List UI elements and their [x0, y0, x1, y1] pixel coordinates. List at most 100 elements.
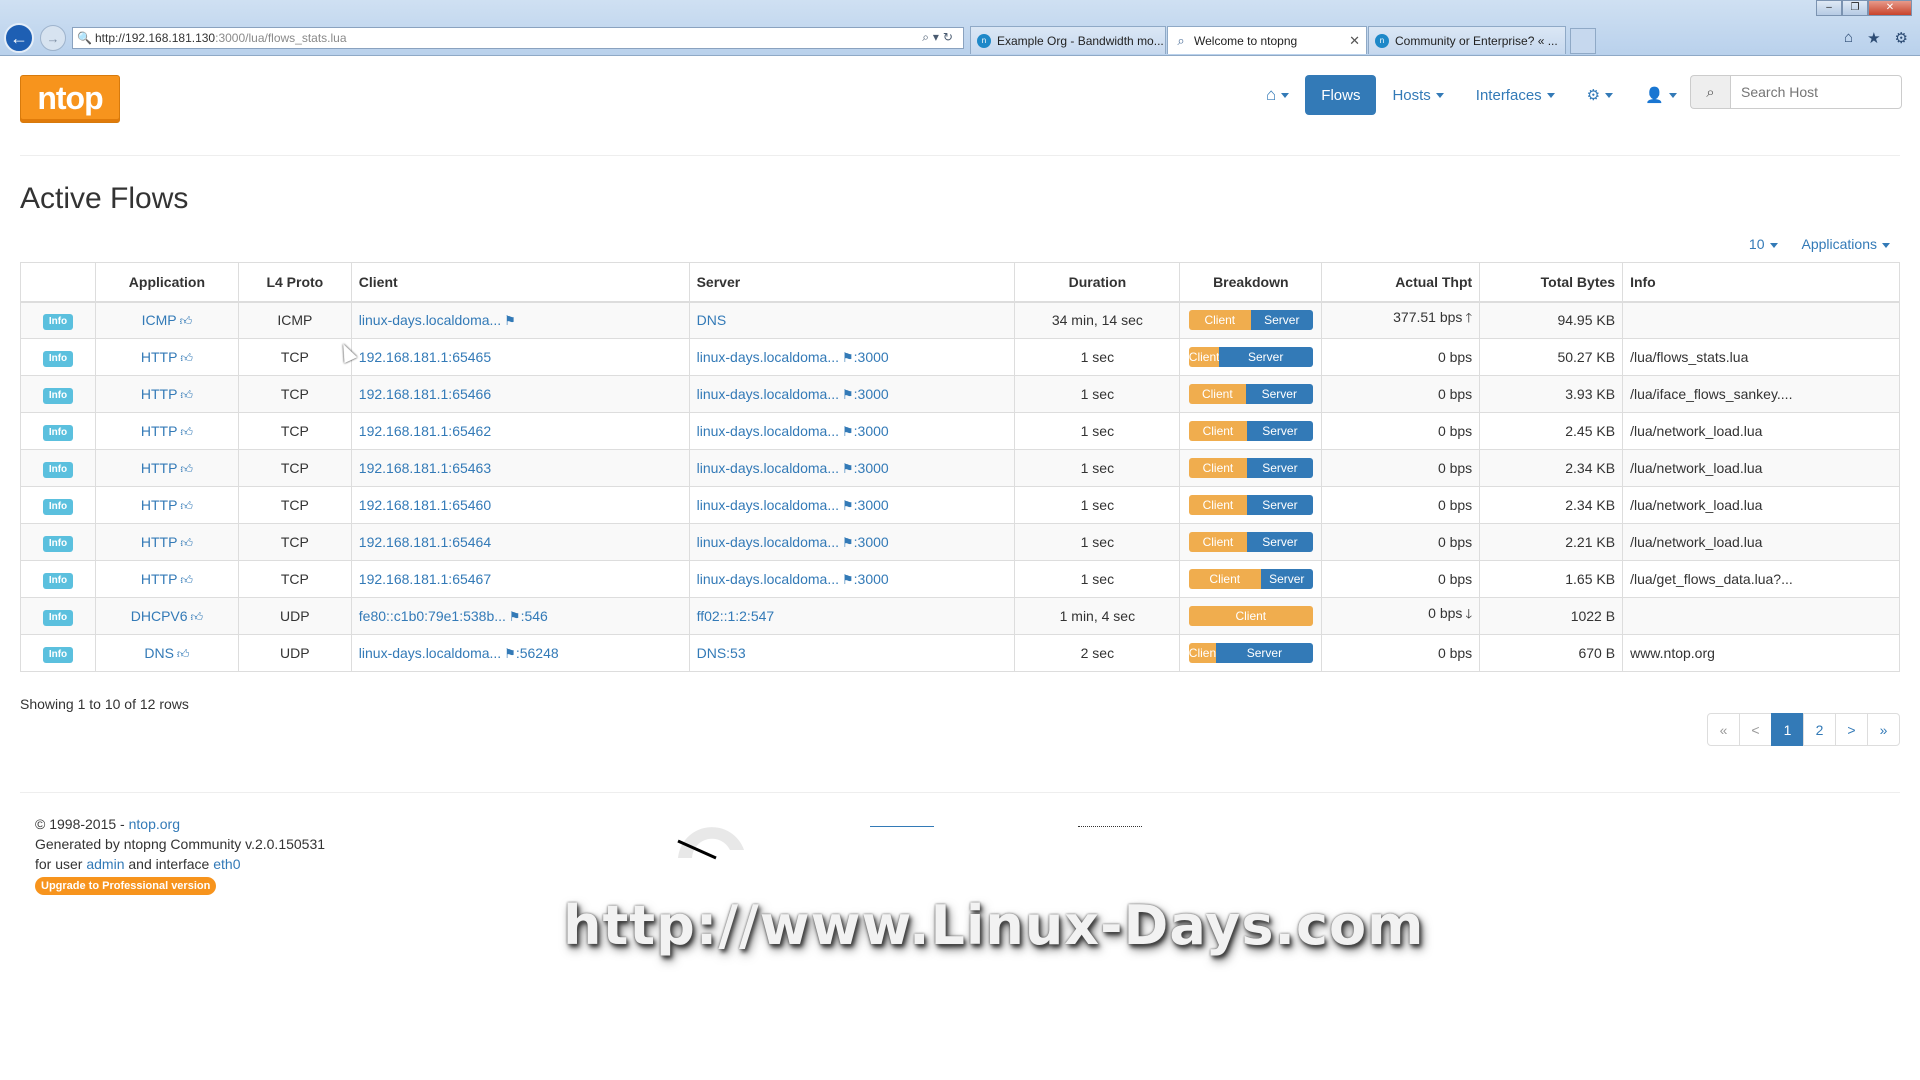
browser-tab-active[interactable]: ⌕ Welcome to ntopng ✕ — [1167, 26, 1367, 54]
client-link[interactable]: linux-days.localdoma... — [359, 645, 501, 661]
application-link[interactable]: HTTP — [141, 571, 178, 587]
header-total-bytes[interactable]: Total Bytes — [1479, 262, 1624, 303]
header-info[interactable]: Info — [1622, 262, 1900, 303]
search-host-input[interactable] — [1730, 75, 1902, 109]
server-link[interactable]: linux-days.localdoma... — [697, 423, 839, 439]
header-application[interactable]: Application — [94, 262, 239, 303]
upgrade-badge[interactable]: Upgrade to Professional version — [35, 877, 217, 895]
client-link[interactable]: 192.168.181.1:65463 — [359, 460, 491, 476]
close-tab-icon[interactable]: ✕ — [1349, 33, 1360, 49]
server-port-link[interactable]: :3000 — [854, 423, 889, 439]
server-link[interactable]: DNS:53 — [697, 645, 746, 661]
server-port-link[interactable]: :3000 — [854, 460, 889, 476]
client-link[interactable]: linux-days.localdoma... — [359, 312, 501, 328]
server-port-link[interactable]: :3000 — [854, 349, 889, 365]
ntop-logo[interactable]: ntop — [20, 75, 120, 123]
application-link[interactable]: HTTP — [141, 497, 178, 513]
server-link[interactable]: linux-days.localdoma... — [697, 349, 839, 365]
page-last-button[interactable]: » — [1867, 713, 1900, 746]
info-button[interactable]: Info — [42, 350, 74, 367]
client-link[interactable]: 192.168.181.1:65464 — [359, 534, 491, 550]
ntop-site-link[interactable]: ntop.org — [129, 816, 180, 832]
maximize-button[interactable]: ❐ — [1842, 0, 1868, 16]
info-button[interactable]: Info — [42, 572, 74, 589]
client-link[interactable]: 192.168.181.1:65460 — [359, 497, 491, 513]
back-button[interactable]: ← — [4, 23, 34, 53]
info-text-cell: /lua/network_load.lua — [1622, 449, 1900, 487]
application-link[interactable]: DNS — [144, 645, 174, 661]
info-button[interactable]: Info — [42, 535, 74, 552]
client-link[interactable]: 192.168.181.1:65467 — [359, 571, 491, 587]
page-2-button[interactable]: 2 — [1803, 713, 1836, 746]
client-link[interactable]: fe80::c1b0:79e1:538b... — [359, 608, 506, 624]
info-button[interactable]: Info — [42, 424, 74, 441]
application-link[interactable]: HTTP — [141, 386, 178, 402]
info-button[interactable]: Info — [42, 461, 74, 478]
application-link[interactable]: HTTP — [141, 423, 178, 439]
table-header-row: Application L4 Proto Client Server Durat… — [20, 262, 1900, 303]
server-port-link[interactable]: :3000 — [854, 534, 889, 550]
header-server[interactable]: Server — [688, 262, 1016, 303]
client-port-link[interactable]: :546 — [521, 608, 548, 624]
nav-flows[interactable]: Flows — [1305, 75, 1377, 115]
home-icon[interactable]: ⌂ — [1844, 29, 1853, 47]
server-port-link[interactable]: :3000 — [854, 386, 889, 402]
rows-per-page-dropdown[interactable]: 10 — [1749, 236, 1778, 252]
info-button[interactable]: Info — [42, 313, 74, 330]
client-link[interactable]: 192.168.181.1:65465 — [359, 349, 491, 365]
server-link[interactable]: linux-days.localdoma... — [697, 386, 839, 402]
server-link[interactable]: linux-days.localdoma... — [697, 534, 839, 550]
address-bar[interactable]: 🔍 http://192.168.181.130:3000/lua/flows_… — [72, 27, 964, 49]
user-link[interactable]: admin — [86, 856, 124, 872]
header-actual-thpt[interactable]: Actual Thpt — [1321, 262, 1481, 303]
nav-hosts[interactable]: Hosts — [1376, 75, 1459, 115]
home-menu[interactable]: ⌂ — [1250, 75, 1305, 115]
header-l4-proto[interactable]: L4 Proto — [237, 262, 352, 303]
applications-filter-dropdown[interactable]: Applications — [1802, 236, 1890, 252]
interface-link[interactable]: eth0 — [213, 856, 240, 872]
server-link[interactable]: linux-days.localdoma... — [697, 571, 839, 587]
header-client[interactable]: Client — [350, 262, 690, 303]
star-icon[interactable]: ★ — [1867, 29, 1880, 47]
close-window-button[interactable]: ✕ — [1868, 0, 1912, 16]
info-button[interactable]: Info — [42, 646, 74, 663]
total-bytes-cell: 50.27 KB — [1479, 338, 1624, 376]
header-duration[interactable]: Duration — [1014, 262, 1181, 303]
browser-tab[interactable]: n Community or Enterprise? « ... — [1368, 26, 1566, 54]
client-port-link[interactable]: :56248 — [516, 645, 559, 661]
forward-button[interactable]: → — [40, 25, 66, 51]
application-link[interactable]: HTTP — [141, 460, 178, 476]
new-tab-button[interactable] — [1570, 28, 1596, 54]
page-prev-button[interactable]: < — [1739, 713, 1772, 746]
address-tools-icons[interactable]: ⌕▾↻ — [922, 30, 957, 45]
server-link[interactable]: ff02::1:2:547 — [697, 608, 775, 624]
info-cell: Info — [20, 523, 96, 561]
user-prefix: for user — [35, 856, 87, 872]
info-button[interactable]: Info — [42, 498, 74, 515]
info-button[interactable]: Info — [42, 609, 74, 626]
application-link[interactable]: HTTP — [141, 349, 178, 365]
server-port-link[interactable]: :3000 — [854, 497, 889, 513]
settings-menu[interactable]: ⚙ — [1571, 75, 1629, 115]
info-button[interactable]: Info — [42, 387, 74, 404]
application-link[interactable]: ICMP — [142, 312, 177, 328]
browser-tab[interactable]: n Example Org - Bandwidth mo... — [970, 26, 1166, 54]
client-link[interactable]: 192.168.181.1:65462 — [359, 423, 491, 439]
server-link[interactable]: linux-days.localdoma... — [697, 460, 839, 476]
client-link[interactable]: 192.168.181.1:65466 — [359, 386, 491, 402]
page-1-button[interactable]: 1 — [1771, 713, 1804, 746]
server-port-link[interactable]: :3000 — [854, 571, 889, 587]
user-menu[interactable]: 👤 — [1629, 75, 1693, 115]
gear-icon[interactable]: ⚙ — [1895, 29, 1908, 47]
page-next-button[interactable]: > — [1835, 713, 1868, 746]
breakdown-bar: Client Server — [1188, 495, 1313, 515]
nav-interfaces[interactable]: Interfaces — [1460, 75, 1571, 115]
header-breakdown[interactable]: Breakdown — [1179, 262, 1323, 303]
minimize-button[interactable]: – — [1816, 0, 1842, 16]
application-link[interactable]: DHCPV6 — [131, 608, 188, 624]
page-first-button[interactable]: « — [1707, 713, 1740, 746]
server-link[interactable]: DNS — [697, 312, 727, 328]
search-icon[interactable]: ⌕ — [1690, 75, 1730, 109]
application-link[interactable]: HTTP — [141, 534, 178, 550]
server-link[interactable]: linux-days.localdoma... — [697, 497, 839, 513]
